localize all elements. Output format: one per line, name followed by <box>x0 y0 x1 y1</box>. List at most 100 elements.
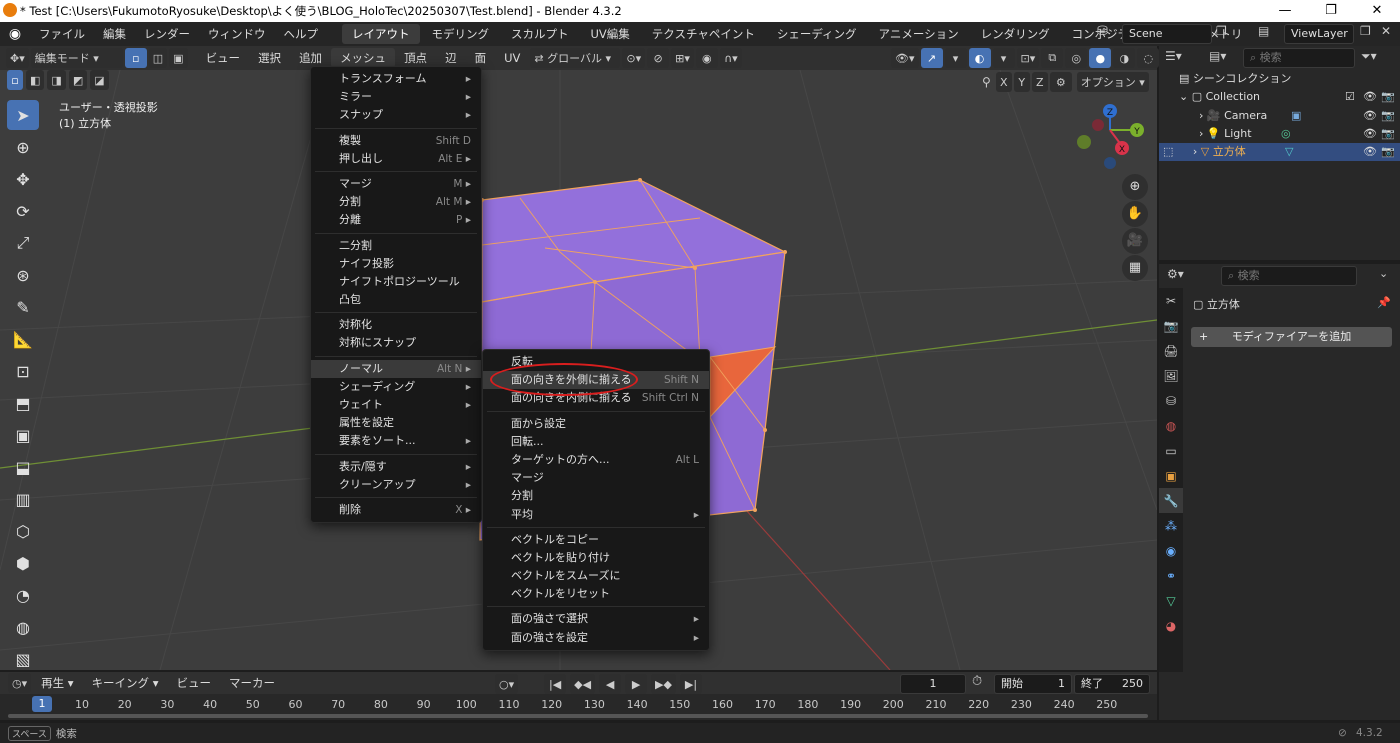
menu-window[interactable]: ウィンドウ <box>199 22 275 46</box>
scene-tab-icon[interactable]: ⛁ <box>1159 388 1183 413</box>
mesh_menu-item[interactable]: 表示/隠す ▸ <box>311 458 481 476</box>
mode-selector[interactable]: 編集モード ▾ <box>30 48 123 68</box>
collection-visibility-icon[interactable]: 👁 <box>1363 88 1377 106</box>
solid-shading-icon[interactable]: ● <box>1089 48 1112 68</box>
menu-file[interactable]: ファイル <box>30 22 94 46</box>
start-frame-field[interactable]: 開始 1 <box>994 674 1072 694</box>
pivot-point-icon[interactable]: ⊙▾ <box>622 48 646 68</box>
mesh-options-icon[interactable]: ⚙ <box>1049 72 1072 92</box>
mesh_menu-item[interactable]: ナイフトポロジーツール <box>311 273 481 291</box>
minimize-button[interactable]: — <box>1262 0 1308 22</box>
edge-slide-tool-icon[interactable]: ▧ <box>7 644 39 674</box>
pin-icon[interactable]: 📌 <box>1377 296 1391 309</box>
new-view-layer-icon[interactable]: ❐ <box>1360 24 1378 44</box>
restore-button[interactable]: ❐ <box>1308 0 1354 22</box>
mesh_menu-item[interactable]: 複製 Shift D <box>311 132 481 150</box>
scene-selector[interactable]: Scene <box>1122 24 1212 44</box>
mesh_menu-item[interactable]: 分離 P ▸ <box>311 211 481 229</box>
menu-playback[interactable]: 再生 ▾ <box>32 671 82 695</box>
knife-tool-icon[interactable]: ⬡ <box>7 516 39 546</box>
normals_menu-item[interactable]: ベクトルを貼り付け <box>483 549 709 567</box>
rendered-shading-icon[interactable]: ◌ <box>1137 48 1160 68</box>
object-tab-icon[interactable]: ▣ <box>1159 463 1183 488</box>
material-shading-icon[interactable]: ◑ <box>1113 48 1136 68</box>
editor-type-icon[interactable]: ✥▾ <box>6 48 29 68</box>
mirror-y-button[interactable]: Y <box>1013 72 1030 92</box>
transform-orientation-selector[interactable]: ⇄ グローバル ▾ <box>530 48 621 68</box>
outliner-row-light[interactable]: › 💡 Light ◎ 👁 📷 <box>1159 125 1400 143</box>
properties-options-icon[interactable]: ⌄ <box>1379 267 1397 287</box>
menu-select[interactable]: 選択 <box>249 46 290 70</box>
inset-tool-icon[interactable]: ▣ <box>7 420 39 450</box>
frame-ruler[interactable]: 10 20 30 40 50 60 70 80 90 100 110 120 130 140 150 160 1… <box>0 694 1157 712</box>
camera-visibility-icon[interactable]: 👁 <box>1363 107 1377 125</box>
data-tab-icon[interactable]: ▽ <box>1159 588 1183 613</box>
timeline-area[interactable]: 10 20 30 40 50 60 70 80 90 100 110 120 130 140 150 160 1… <box>0 694 1157 720</box>
mesh_menu-item[interactable]: 削除 X ▸ <box>311 501 481 519</box>
tab-sculpt[interactable]: スカルプト <box>501 24 579 44</box>
gizmo-icon[interactable]: ↗ <box>920 48 943 68</box>
mesh_menu-item[interactable]: 対称化 <box>311 316 481 334</box>
mesh_menu-item[interactable]: 二分割 <box>311 237 481 255</box>
close-button[interactable]: ✕ <box>1354 0 1400 22</box>
view-layer-selector[interactable]: ViewLayer <box>1284 24 1354 44</box>
tab-shading[interactable]: シェーディング <box>767 24 867 44</box>
select-extend-icon[interactable]: ◧ <box>26 70 45 90</box>
pan-hand-icon[interactable]: ✋ <box>1122 201 1148 227</box>
camera-view-icon[interactable]: 🎥 <box>1122 228 1148 254</box>
mesh_menu-item[interactable]: 要素をソート... ▸ <box>311 432 481 450</box>
mesh_menu-item[interactable]: ウェイト ▸ <box>311 396 481 414</box>
face-select-icon[interactable]: ▣ <box>169 48 188 68</box>
menu-timeline-view[interactable]: ビュー <box>168 671 221 695</box>
annotate-tool-icon[interactable]: ✎ <box>7 292 39 322</box>
collection-render-icon[interactable]: 📷 <box>1381 88 1395 106</box>
tab-texture-paint[interactable]: テクスチャペイント <box>642 24 765 44</box>
normals_menu-item[interactable]: マージ <box>483 469 709 487</box>
menu-marker[interactable]: マーカー <box>220 671 284 695</box>
normals_menu-item[interactable]: 面の強さを設定 ▸ <box>483 629 709 647</box>
normals_menu-item[interactable]: 分割 <box>483 487 709 505</box>
mesh_menu-item[interactable]: 分割 Alt M ▸ <box>311 193 481 211</box>
modifier-tab-icon[interactable]: 🔧 <box>1159 488 1183 513</box>
play-reverse-icon[interactable]: ◀ <box>599 674 622 694</box>
end-frame-field[interactable]: 終了 250 <box>1074 674 1150 694</box>
mesh_menu-item[interactable]: ノーマル Alt N ▸ <box>311 359 481 378</box>
current-frame-field[interactable]: 1 <box>900 674 966 694</box>
filter-icon[interactable]: ⏷▾ <box>1361 49 1391 69</box>
mesh_menu-item[interactable]: 属性を設定 <box>311 414 481 432</box>
normals_menu-item[interactable]: ベクトルをコピー <box>483 531 709 549</box>
overlay-icon[interactable]: ◐ <box>968 48 991 68</box>
options-button[interactable]: オプション ▾ <box>1076 72 1149 92</box>
remove-view-layer-icon[interactable]: ✕ <box>1381 24 1399 44</box>
light-render-icon[interactable]: 📷 <box>1381 125 1395 143</box>
jump-start-icon[interactable]: |◀ <box>544 674 567 694</box>
normals_menu-item[interactable]: ベクトルをスムーズに <box>483 567 709 585</box>
particles-tab-icon[interactable]: ⁂ <box>1159 513 1183 538</box>
view-layer-icon[interactable]: ▤ <box>1258 24 1282 44</box>
timeline-editor-type-icon[interactable]: ◷▾ <box>8 673 32 693</box>
mesh_menu-item[interactable]: 対称にスナップ <box>311 334 481 352</box>
scale-tool-icon[interactable]: ⤢ <box>7 228 39 258</box>
vertex-select-icon[interactable]: ▫ <box>124 48 147 68</box>
tab-uv-editing[interactable]: UV編集 <box>581 24 640 44</box>
gizmo-dropdown-icon[interactable]: ▾ <box>944 48 967 68</box>
tab-animation[interactable]: アニメーション <box>869 24 969 44</box>
material-tab-icon[interactable]: ◕ <box>1159 613 1183 638</box>
spin-tool-icon[interactable]: ◔ <box>7 580 39 610</box>
normals_menu-item[interactable]: 平均 ▸ <box>483 506 709 524</box>
preview-range-icon[interactable]: ⏱ <box>972 674 992 694</box>
mesh_menu-item[interactable]: シェーディング ▸ <box>311 378 481 396</box>
outliner-row-camera[interactable]: › 🎥 Camera ▣ 👁 📷 <box>1159 107 1400 125</box>
mirror-z-button[interactable]: Z <box>1031 72 1048 92</box>
world-tab-icon[interactable]: ◍ <box>1159 413 1183 438</box>
normals_menu-item[interactable]: ベクトルをリセット <box>483 585 709 603</box>
collection-tab-icon[interactable]: ▭ <box>1159 438 1183 463</box>
snap-target-icon[interactable]: ⊞▾ <box>671 48 694 68</box>
jump-end-icon[interactable]: ▶| <box>679 674 702 694</box>
constraints-tab-icon[interactable]: ⚭ <box>1159 563 1183 588</box>
properties-search-input[interactable]: ⌕ 検索 <box>1221 266 1357 286</box>
add-modifier-button[interactable]: + モディファイアーを追加 <box>1191 327 1392 347</box>
outliner-row-collection[interactable]: ⌄ ▢ Collection ☑ 👁 📷 <box>1159 88 1400 106</box>
falloff-icon[interactable]: ∩▾ <box>719 48 742 68</box>
mesh_menu-item[interactable]: クリーンアップ ▸ <box>311 476 481 494</box>
